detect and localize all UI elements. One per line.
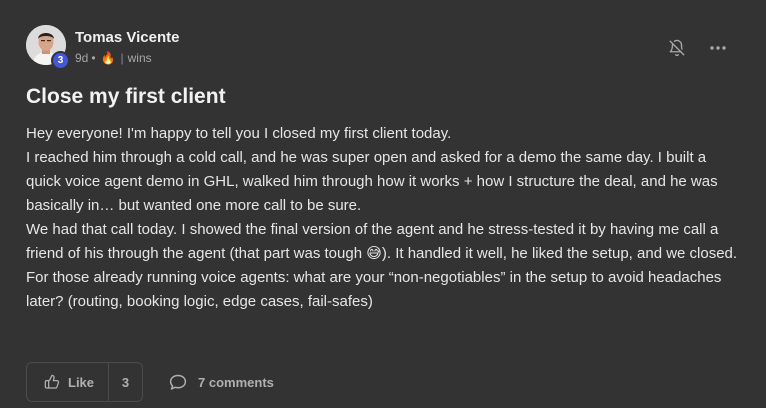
- comments-label: 7 comments: [198, 374, 274, 390]
- post-footer: Like 3 7 comments: [26, 362, 274, 402]
- level-badge: 3: [51, 51, 70, 70]
- sweat-smile-emoji: 😅: [366, 245, 382, 262]
- like-button[interactable]: Like: [27, 363, 110, 401]
- body-text: ). It handled it well, he liked the setu…: [381, 245, 738, 262]
- like-control: Like 3: [26, 362, 144, 402]
- author-name[interactable]: Tomas Vicente: [75, 29, 180, 47]
- bell-off-icon: [669, 39, 685, 57]
- post-actions: [667, 38, 728, 58]
- avatar-container[interactable]: 3: [26, 25, 70, 70]
- like-label: Like: [68, 374, 95, 390]
- chat-bubble-icon: [169, 374, 187, 390]
- like-count[interactable]: 3: [109, 363, 142, 401]
- comments-button[interactable]: 7 comments: [168, 373, 274, 391]
- post-title: Close my first client: [26, 85, 226, 108]
- more-options-button[interactable]: [708, 38, 728, 58]
- post-category[interactable]: wins: [128, 51, 152, 65]
- post-body: Hey everyone! I'm happy to tell you I cl…: [26, 122, 742, 314]
- thumbs-up-icon: [44, 374, 60, 389]
- meta-dot: •: [91, 51, 96, 65]
- meta-separator: |: [120, 51, 124, 65]
- post-subline: 9d • 🔥 | wins: [75, 51, 180, 65]
- post-time: 9d: [75, 51, 89, 65]
- more-horizontal-icon: [710, 46, 726, 50]
- fire-icon: 🔥: [100, 51, 116, 65]
- post-header: 3 Tomas Vicente 9d • 🔥 | wins: [26, 25, 180, 70]
- body-paragraph: I reached him through a cold call, and h…: [26, 149, 718, 214]
- body-paragraph: Hey everyone! I'm happy to tell you I cl…: [26, 125, 452, 142]
- body-paragraph: We had that call today. I showed the fin…: [26, 218, 742, 266]
- post-meta: Tomas Vicente 9d • 🔥 | wins: [75, 29, 180, 65]
- post-card: 3 Tomas Vicente 9d • 🔥 | wins Close my f…: [0, 0, 766, 408]
- body-paragraph: For those already running voice agents: …: [26, 269, 722, 310]
- notification-toggle-button[interactable]: [667, 38, 687, 58]
